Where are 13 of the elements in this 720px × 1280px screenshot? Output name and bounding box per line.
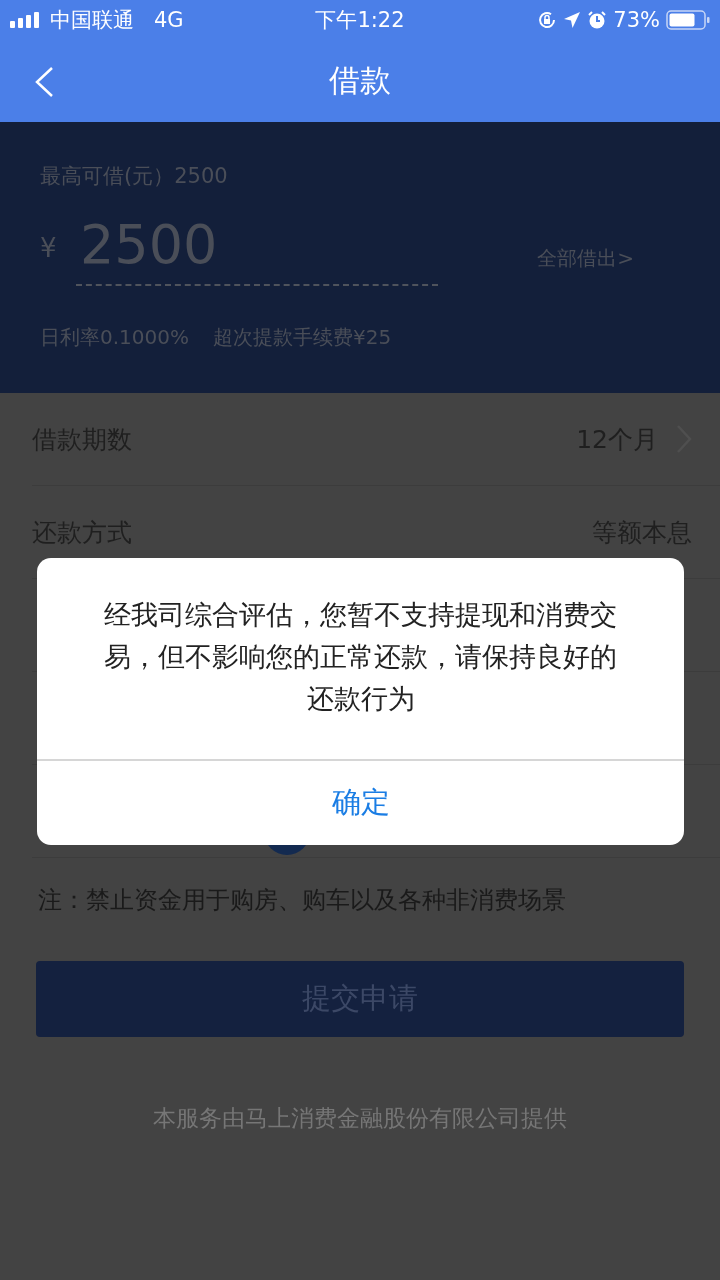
status-time: 下午1:22 [315,7,405,34]
back-icon [34,66,54,98]
location-arrow-icon [563,11,582,29]
currency-symbol: ¥ [40,233,58,263]
page-title: 借款 [329,61,391,100]
battery-icon [666,10,710,30]
carrier-name: 中国联通 [50,7,134,34]
confirm-button[interactable]: 确定 [37,761,684,845]
rotation-lock-icon [537,10,558,30]
dialog-message: 经我司综合评估，您暂不支持提现和消费交易，但不影响您的正常还款，请保持良好的还款行为 [37,558,684,761]
alarm-icon [587,10,608,30]
battery-percent: 73% [613,8,660,32]
network-type: 4G [154,8,184,32]
